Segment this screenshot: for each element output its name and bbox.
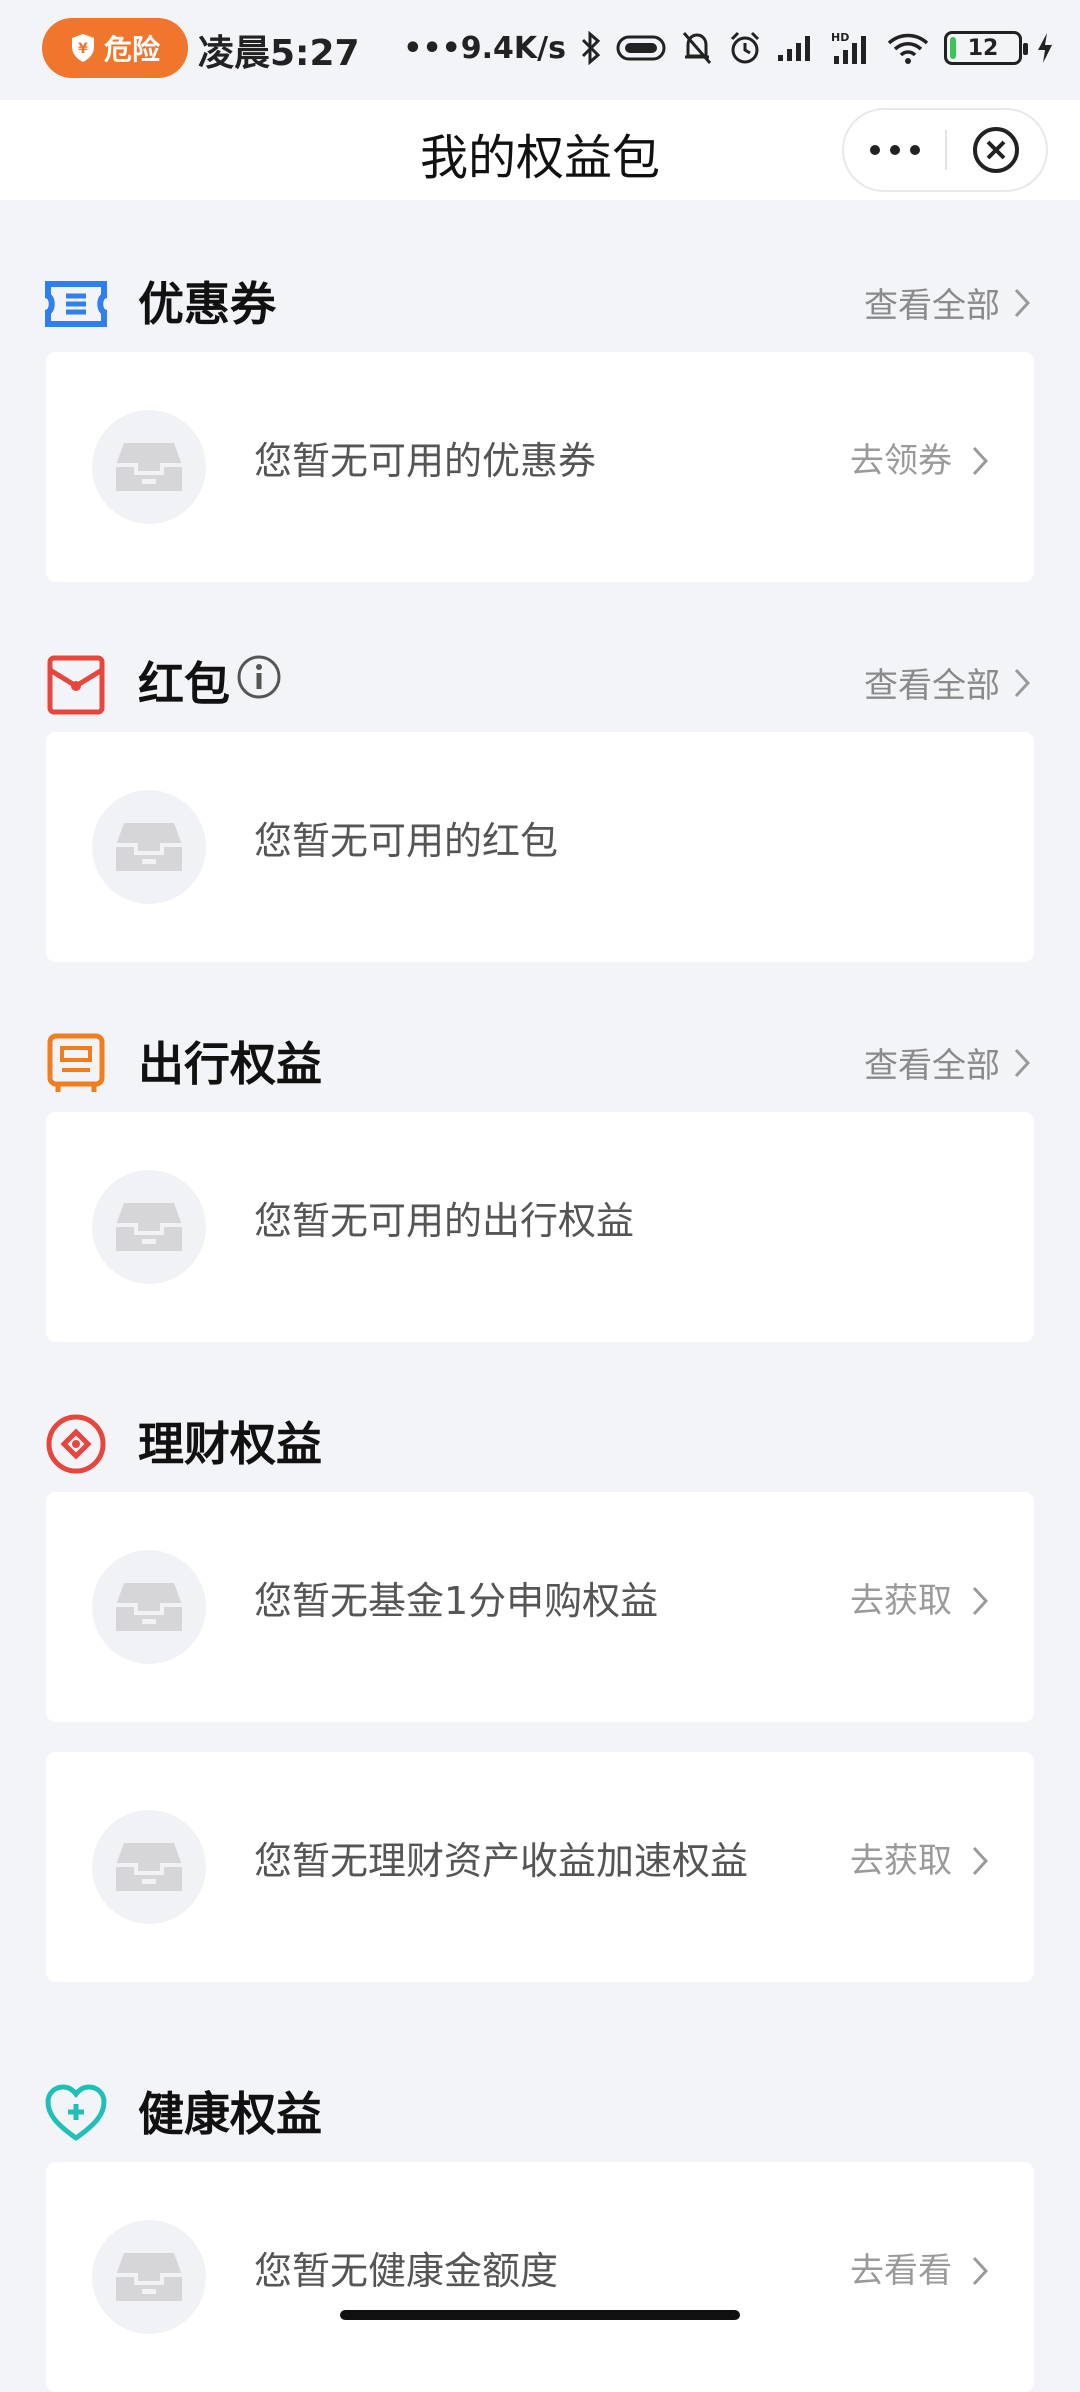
section-title-finance: 理财权益: [138, 1417, 322, 1471]
travel-empty-card: 您暂无可用的出行权益: [46, 1112, 1034, 1342]
card-action-label: 去获取: [850, 1581, 952, 1621]
mini-program-capsule: [842, 108, 1048, 192]
danger-label: 危险: [103, 33, 160, 66]
card-action-label: 去看看: [850, 2251, 952, 2291]
red-packet-empty-card: 您暂无可用的红包: [46, 732, 1034, 962]
empty-inbox-icon: [92, 1550, 206, 1664]
yield-boost-empty-card[interactable]: 您暂无理财资产收益加速权益 去获取: [46, 1752, 1034, 1982]
get-coupon-button[interactable]: 去领券: [850, 436, 988, 486]
vibrate-icon: [616, 35, 666, 61]
coupon-empty-card[interactable]: 您暂无可用的优惠券 去领券: [46, 352, 1034, 582]
section-title-red-packet: 红包: [138, 657, 230, 711]
signal-icon: [778, 36, 810, 61]
card-empty-text: 您暂无基金1分申购权益: [254, 1579, 659, 1623]
info-icon[interactable]: [236, 654, 282, 700]
empty-inbox-icon: [92, 1810, 206, 1924]
section-title-travel: 出行权益: [138, 1037, 322, 1091]
empty-inbox-icon: [92, 790, 206, 904]
status-indicators: •••9.4K/s HD 12: [403, 22, 1054, 74]
svg-text:¥: ¥: [78, 41, 88, 57]
fund-empty-card[interactable]: 您暂无基金1分申购权益 去获取: [46, 1492, 1034, 1722]
red-envelope-icon: [47, 655, 105, 715]
card-empty-text: 您暂无理财资产收益加速权益: [254, 1839, 749, 1883]
empty-inbox-icon: [92, 410, 206, 524]
battery-level: 12: [967, 35, 999, 61]
health-empty-card[interactable]: 您暂无健康金额度 去看看: [46, 2162, 1034, 2392]
chevron-right-icon: [972, 1846, 988, 1876]
get-fund-benefit-button[interactable]: 去获取: [850, 1576, 988, 1626]
close-button[interactable]: [947, 110, 1046, 190]
card-empty-text: 您暂无健康金额度: [254, 2249, 559, 2293]
card-empty-text: 您暂无可用的出行权益: [254, 1199, 635, 1243]
view-health-button[interactable]: 去看看: [850, 2246, 988, 2296]
view-all-label: 查看全部: [864, 286, 1000, 326]
alarm-clock-icon: [730, 31, 760, 64]
view-all-label: 查看全部: [864, 666, 1000, 706]
battery-icon: 12: [944, 31, 1028, 65]
shield-icon: ¥: [71, 34, 94, 62]
benefits-content: 优惠券 查看全部 您暂无可用的优惠券 去领券 红包 查看全部 您暂无可用的红包 …: [0, 200, 1080, 2392]
status-time: 凌晨5:27: [198, 33, 360, 74]
svg-text:HD: HD: [831, 31, 849, 44]
empty-inbox-icon: [92, 2220, 206, 2334]
view-all-label: 查看全部: [864, 1046, 1000, 1086]
more-dots-icon: [869, 145, 920, 155]
chevron-right-icon: [972, 2256, 988, 2286]
chevron-right-icon: [1014, 668, 1030, 697]
get-yield-boost-button[interactable]: 去获取: [850, 1836, 988, 1886]
more-button[interactable]: [844, 110, 945, 190]
mute-bell-icon: [682, 32, 712, 64]
section-header-travel: 出行权益 查看全部: [0, 1010, 1080, 1100]
network-speed: •••9.4K/s: [403, 30, 566, 66]
wifi-icon: [887, 33, 929, 64]
nav-bar: 我的权益包: [0, 100, 1080, 200]
empty-inbox-icon: [92, 1170, 206, 1284]
section-header-finance: 理财权益: [0, 1390, 1080, 1480]
chevron-right-icon: [972, 1586, 988, 1616]
card-empty-text: 您暂无可用的红包: [254, 819, 559, 863]
section-header-red-packet: 红包 查看全部: [0, 630, 1080, 720]
card-empty-text: 您暂无可用的优惠券: [254, 439, 597, 483]
card-action-label: 去领券: [850, 441, 952, 481]
health-heart-icon: [45, 2084, 107, 2142]
bluetooth-icon: [581, 31, 601, 65]
view-all-coupon-link[interactable]: 查看全部: [864, 278, 1030, 327]
chevron-right-icon: [1014, 1048, 1030, 1077]
close-circle-icon: [973, 127, 1020, 173]
section-header-coupon: 优惠券 查看全部: [0, 250, 1080, 340]
status-bar: ¥ 危险 凌晨5:27 •••9.4K/s HD 12: [0, 0, 1080, 100]
home-indicator[interactable]: [340, 2310, 740, 2320]
charging-icon: [1038, 33, 1052, 63]
hd-signal-icon: HD: [831, 31, 866, 64]
view-all-travel-link[interactable]: 查看全部: [864, 1038, 1030, 1087]
chevron-right-icon: [1014, 288, 1030, 317]
security-risk-badge[interactable]: ¥ 危险: [42, 18, 188, 78]
section-title-coupon: 优惠券: [138, 277, 276, 331]
section-header-health: 健康权益: [0, 2060, 1080, 2150]
ticket-icon: [45, 281, 107, 327]
view-all-red-packet-link[interactable]: 查看全部: [864, 658, 1030, 707]
travel-card-icon: [47, 1033, 105, 1092]
finance-target-icon: [46, 1414, 106, 1474]
card-action-label: 去获取: [850, 1841, 952, 1881]
chevron-right-icon: [972, 446, 988, 476]
section-title-health: 健康权益: [138, 2087, 322, 2141]
